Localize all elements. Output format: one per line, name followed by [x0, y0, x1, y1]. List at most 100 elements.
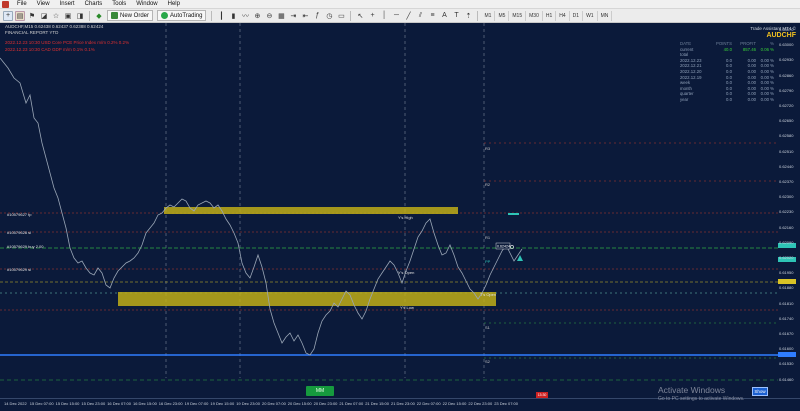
timeframe-m1[interactable]: M1 — [481, 10, 496, 21]
table-cell: 0.00 % — [760, 96, 774, 102]
crosshair-icon[interactable]: + — [367, 11, 377, 21]
toolbar-separator — [89, 10, 90, 21]
tile-windows-icon[interactable]: ▦ — [276, 11, 286, 21]
tp-marker[interactable] — [508, 213, 519, 215]
timeframe-m30[interactable]: M30 — [526, 10, 543, 21]
fibonacci-icon[interactable]: ≡ — [427, 11, 437, 21]
menu-tools[interactable]: Tools — [107, 0, 131, 9]
order-tp-label[interactable]: #10579627 tp — [7, 212, 32, 217]
channel-icon[interactable]: ⫽ — [415, 11, 425, 21]
trendline-icon[interactable]: ╱ — [403, 11, 413, 21]
price-axis-label: 0.61810 — [779, 300, 794, 306]
menu-charts[interactable]: Charts — [80, 0, 108, 9]
app-icon — [2, 0, 9, 8]
order-sl-label-2[interactable]: #10579629 sl — [7, 267, 31, 272]
terminal-icon[interactable]: ▣ — [63, 11, 73, 21]
tester-icon[interactable]: ◨ — [75, 11, 85, 21]
bid-label: 0.62424 — [497, 245, 510, 249]
text-icon[interactable]: A — [439, 11, 449, 21]
vertical-line-icon[interactable]: │ — [379, 11, 389, 21]
menu-window[interactable]: Window — [131, 0, 162, 9]
price-axis-label: 0.61950 — [779, 270, 794, 276]
trade-assistant-panel: Trade Assistant MT4 © AUDCHF DATE POINTS… — [676, 26, 796, 103]
toolbar: + ▤ ⚑ ◪ ☆ ▣ ◨ ◆ New Order AutoTrading ┃ … — [0, 9, 800, 23]
table-cell: year — [680, 96, 689, 102]
news-line-2: 2022.12.23 10:30 CAD GDP m/m 0.1% 0.1% — [5, 47, 95, 52]
price-axis-label: 0.62300 — [779, 194, 794, 200]
candlestick-icon[interactable]: ▮ — [228, 11, 238, 21]
today-open-label: T's Open — [480, 292, 496, 297]
support-zone[interactable] — [118, 292, 496, 306]
timeframe-w1[interactable]: W1 — [583, 10, 598, 21]
price-axis-label: 0.63000 — [779, 42, 794, 48]
data-window-icon[interactable]: ◪ — [39, 11, 49, 21]
zoom-in-icon[interactable]: ⊕ — [252, 11, 262, 21]
cursor-icon[interactable]: ↖ — [355, 11, 365, 21]
indicators-icon[interactable]: ƒ — [312, 11, 322, 21]
menu-bar: File View Insert Charts Tools Window Hel… — [0, 0, 800, 9]
line-chart-icon[interactable]: 〰 — [240, 11, 250, 21]
timeframe-mn[interactable]: MN — [598, 10, 613, 21]
autoscroll-icon[interactable]: ⇥ — [288, 11, 298, 21]
watermark-line-2: Go to PC settings to activate Windows. — [658, 396, 745, 402]
table-cell: 0.0 — [726, 96, 732, 102]
menu-view[interactable]: View — [32, 0, 55, 9]
new-order-button[interactable]: New Order — [107, 10, 154, 21]
timeframe-m5[interactable]: M5 — [495, 10, 510, 21]
price-axis-label: 0.61670 — [779, 331, 794, 336]
time-axis-label: 22 Dec 15:00 — [442, 401, 467, 406]
table-cell: 0.00 — [747, 96, 756, 102]
profiles-icon[interactable]: ▤ — [15, 10, 25, 21]
navigator-icon[interactable]: ☆ — [51, 11, 61, 21]
price-axis-label: 0.61880 — [779, 285, 794, 291]
report-title: FINANCIAL REPORT YTD — [5, 30, 59, 35]
menu-insert[interactable]: Insert — [55, 0, 80, 9]
yesterday-open-label: Y's Open — [398, 270, 414, 275]
time-axis-label: 22 Dec 23:00 — [468, 401, 493, 406]
periods-icon[interactable]: ◷ — [324, 11, 334, 21]
horizontal-line-icon[interactable]: ─ — [391, 11, 401, 21]
autotrading-label: AutoTrading — [170, 12, 203, 19]
mm-button[interactable]: MM — [306, 386, 334, 396]
price-axis-label: 0.61530 — [779, 361, 794, 367]
market-watch-icon[interactable]: ⚑ — [27, 11, 37, 21]
new-order-icon — [111, 12, 118, 19]
resistance-zone[interactable] — [164, 207, 458, 214]
time-axis-label: 16 Dec 15:00 — [133, 401, 157, 406]
time-axis-label: 19 Dec 15:00 — [210, 401, 235, 406]
price-axis-label: 0.62090 — [779, 239, 794, 245]
zoom-out-icon[interactable]: ⊖ — [264, 11, 274, 21]
bar-chart-icon[interactable]: ┃ — [216, 11, 226, 21]
arrows-icon[interactable]: ⇡ — [463, 11, 473, 21]
price-axis-label: 0.63070 — [779, 27, 794, 32]
label-icon[interactable]: T — [451, 11, 461, 21]
autotrading-button[interactable]: AutoTrading — [157, 10, 207, 21]
chart-shift-icon[interactable]: ⇤ — [300, 11, 310, 21]
timeframe-d1[interactable]: D1 — [570, 10, 584, 21]
timeframe-h4[interactable]: H4 — [556, 10, 570, 21]
menu-help[interactable]: Help — [163, 0, 185, 9]
time-axis-label: 21 Dec 15:00 — [365, 401, 389, 406]
time-axis-label: 23 Dec 07:00 — [494, 401, 518, 406]
time-axis-label: 20 Dec 23:00 — [313, 401, 338, 406]
activate-windows-watermark: Activate Windows Go to PC settings to ac… — [658, 385, 744, 402]
price-axis-label: 0.62510 — [779, 148, 794, 154]
price-chart[interactable]: 0.62424 Y's High Y's Open Y's Low T's Op… — [0, 23, 800, 398]
new-chart-icon[interactable]: + — [3, 10, 13, 21]
meta-editor-icon[interactable]: ◆ — [94, 11, 104, 21]
price-axis-label: 0.61740 — [779, 315, 794, 321]
order-buy-label[interactable]: #10579629 buy 2.00 — [7, 244, 44, 249]
order-sl-label[interactable]: #10579628 sl — [7, 230, 31, 235]
menu-file[interactable]: File — [12, 0, 32, 9]
time-axis-label: 14 Dec 2022 — [4, 401, 27, 406]
time-axis-label: 19 Dec 23:00 — [236, 401, 260, 406]
timeframe-h1[interactable]: H1 — [543, 10, 557, 21]
timeframe-m15[interactable]: M15 — [509, 10, 527, 21]
time-axis-label: 19 Dec 07:00 — [184, 401, 209, 406]
show-button[interactable]: Show — [752, 387, 768, 396]
time-axis-label: 21 Dec 07:00 — [339, 401, 364, 406]
price-axis-label: 0.62720 — [779, 103, 794, 108]
news-line-1: 2022.12.23 10:30 USD Core PCE Price Inde… — [5, 40, 130, 45]
templates-icon[interactable]: ▭ — [336, 11, 346, 21]
watermark-line-1: Activate Windows — [658, 385, 726, 395]
